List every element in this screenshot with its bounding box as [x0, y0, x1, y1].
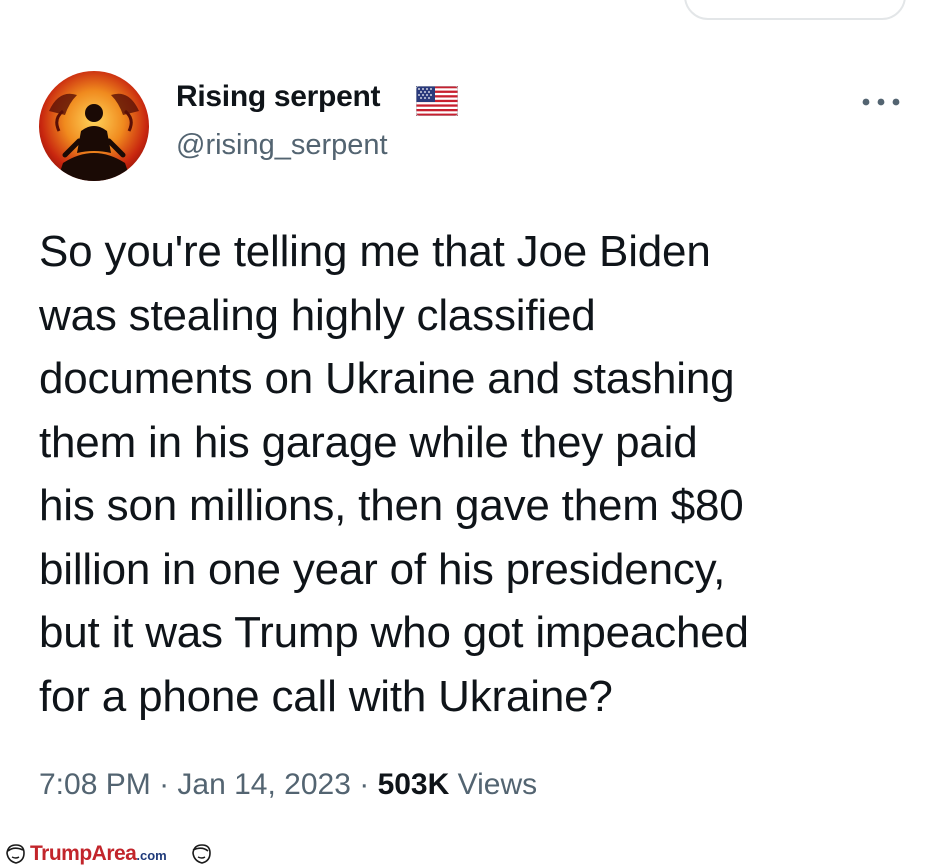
views-label: Views: [457, 768, 538, 801]
watermark-brand: TrumpArea: [30, 842, 137, 865]
watermark-suffix: .com: [136, 848, 167, 863]
user-handle[interactable]: @rising_serpent: [176, 129, 388, 162]
us-flag-icon: [416, 86, 458, 116]
trump-hair-icon: [6, 844, 25, 864]
tweet-line: documents on Ukraine and stashing: [39, 354, 735, 403]
tweet-line: them in his garage while they paid: [39, 417, 698, 467]
meta-separator: ·: [359, 768, 378, 801]
tweet-card: Rising serpent @rising_serpent So you're…: [0, 0, 940, 840]
user-display-name[interactable]: Rising serpent: [176, 80, 380, 114]
views-count[interactable]: 503K: [378, 768, 450, 801]
tweet-date[interactable]: Jan 14, 2023: [177, 768, 350, 801]
watermark-logo: TrumpArea.com: [30, 842, 167, 866]
tweet-line: billion in one year of his presidency,: [39, 544, 726, 594]
tweet-text: So you're telling me that Joe Biden was …: [39, 220, 919, 728]
tweet-line: for a phone call with Ukraine?: [39, 671, 613, 721]
avatar[interactable]: [39, 71, 149, 181]
tweet-line: So you're telling me that Joe Biden: [39, 227, 711, 276]
tweet-meta: 7:08 PM · Jan 14, 2023 · 503K Views: [39, 768, 537, 802]
watermark-bar: TrumpArea.com: [0, 840, 940, 868]
tweet-line: his son millions, then gave them $80: [39, 481, 744, 530]
meta-separator: ·: [159, 768, 178, 801]
more-options-icon[interactable]: [858, 90, 904, 114]
tweet-time[interactable]: 7:08 PM: [39, 768, 151, 801]
tweet-line: but it was Trump who got impeached: [39, 608, 749, 657]
trump-hair-icon: [192, 844, 211, 864]
top-pill-button[interactable]: [684, 0, 906, 20]
tweet-line: was stealing highly classified: [39, 290, 596, 340]
avatar-image: [39, 71, 149, 181]
